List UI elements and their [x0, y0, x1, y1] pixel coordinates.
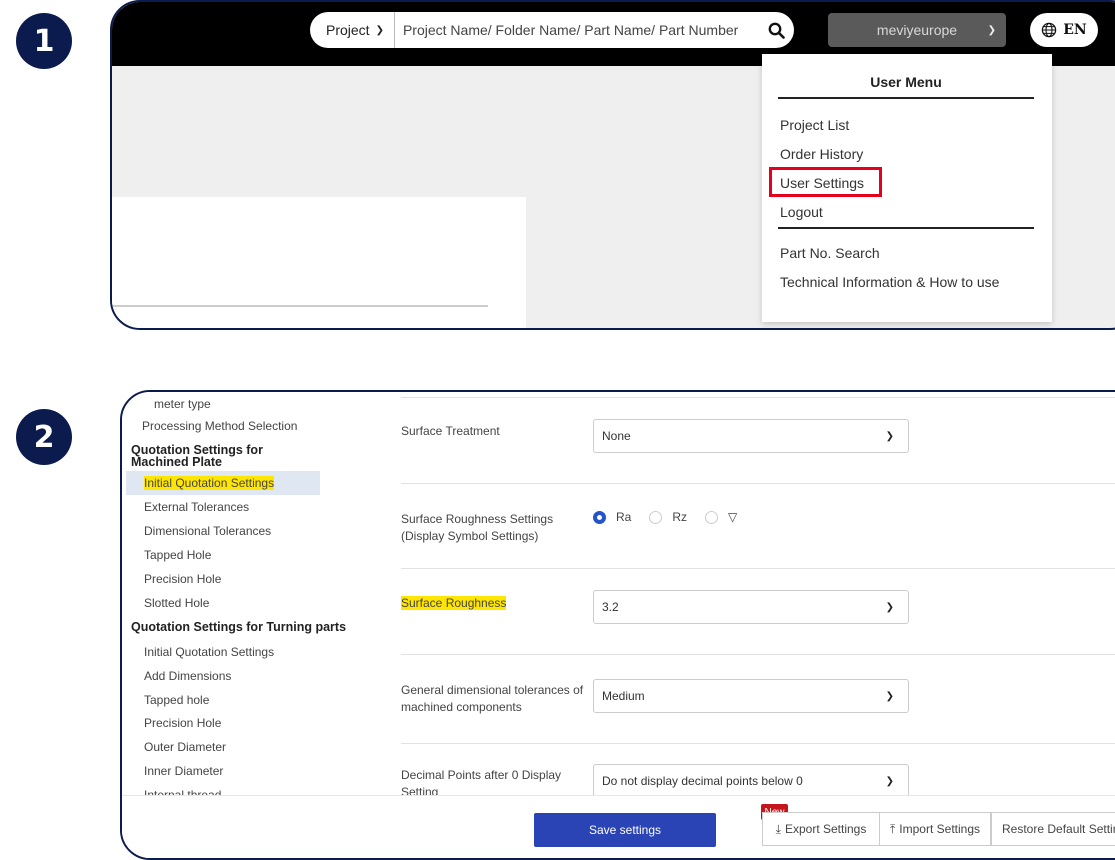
language-selector[interactable]: EN — [1030, 13, 1098, 47]
content-card — [112, 197, 526, 328]
search-icon — [768, 22, 785, 39]
menu-item-logout[interactable]: Logout — [780, 204, 823, 220]
divider — [401, 654, 1115, 655]
sidebar-item-partial[interactable]: meter type — [154, 397, 211, 411]
chevron-down-icon: ❯ — [375, 24, 384, 36]
surface-treatment-value: None — [602, 429, 631, 443]
divider — [401, 568, 1115, 569]
chevron-down-icon: ❯ — [885, 690, 894, 702]
radio-rz-label: Rz — [672, 510, 688, 524]
chevron-down-icon: ❯ — [885, 601, 894, 613]
menu-item-part-no-search[interactable]: Part No. Search — [780, 245, 880, 261]
sidebar-item-label: Initial Quotation Settings — [144, 476, 275, 490]
radio-triangle[interactable] — [705, 510, 719, 524]
chevron-down-icon: ❯ — [987, 24, 996, 36]
decimal-points-value: Do not display decimal points below 0 — [602, 774, 803, 788]
divider — [112, 305, 488, 307]
sidebar-item-add-dimensions[interactable]: Add Dimensions — [144, 669, 231, 683]
general-tolerance-select[interactable]: Medium ❯ — [593, 679, 909, 713]
sidebar-item-inner-diameter[interactable]: Inner Diameter — [144, 764, 223, 778]
download-icon: ⤓ — [775, 821, 781, 836]
radio-rz[interactable] — [649, 510, 663, 524]
divider — [778, 227, 1034, 229]
step-1-badge: 1 — [16, 13, 72, 69]
export-settings-button[interactable]: ⤓ Export Settings — [762, 812, 880, 846]
surface-roughness-select[interactable]: 3.2 ❯ — [593, 590, 909, 624]
roughness-symbol-radio-group: Ra Rz ▽ — [593, 510, 745, 524]
decimal-points-label-line1: Decimal Points after 0 Display — [401, 768, 562, 782]
divider — [401, 483, 1115, 484]
globe-icon — [1042, 22, 1057, 38]
step-2-badge: 2 — [16, 409, 72, 465]
chevron-down-icon: ❯ — [885, 430, 894, 442]
settings-sidebar: meter type Processing Method Selection Q… — [122, 392, 377, 858]
restore-default-settings-button[interactable]: Restore Default Settings — [991, 812, 1115, 846]
search-bar: Project ❯ — [310, 12, 794, 48]
sidebar-item-tapped-hole-turning[interactable]: Tapped hole — [144, 693, 209, 707]
menu-item-technical-information[interactable]: Technical Information & How to use — [780, 274, 999, 290]
import-settings-button[interactable]: ⤒ Import Settings — [879, 812, 991, 846]
sidebar-item-external-tolerances[interactable]: External Tolerances — [144, 500, 249, 514]
general-tolerance-label: General dimensional tolerances of machin… — [401, 682, 583, 716]
sidebar-heading-machined-plate: Quotation Settings for Machined Plate — [131, 443, 263, 469]
roughness-symbol-label-line1: Surface Roughness Settings — [401, 512, 554, 526]
sidebar-item-slotted-hole[interactable]: Slotted Hole — [144, 596, 209, 610]
divider — [401, 743, 1115, 744]
decimal-points-select[interactable]: Do not display decimal points below 0 ❯ — [593, 764, 909, 798]
surface-roughness-label-text: Surface Roughness — [401, 596, 507, 610]
sidebar-item-outer-diameter[interactable]: Outer Diameter — [144, 740, 226, 754]
menu-item-project-list[interactable]: Project List — [780, 117, 849, 133]
settings-main-pane: Surface Treatment None ❯ Surface Roughne… — [377, 392, 1115, 858]
roughness-symbol-label: Surface Roughness Settings (Display Symb… — [401, 511, 553, 545]
divider — [401, 397, 1115, 398]
menu-item-order-history[interactable]: Order History — [780, 146, 863, 162]
radio-ra[interactable] — [593, 510, 606, 524]
save-settings-button[interactable]: Save settings — [534, 813, 716, 847]
restore-default-settings-label: Restore Default Settings — [1002, 822, 1115, 836]
search-scope-label: Project — [326, 22, 370, 38]
step-2-number: 2 — [33, 419, 55, 455]
surface-roughness-label: Surface Roughness — [401, 595, 507, 612]
upload-icon: ⤒ — [889, 821, 896, 836]
sidebar-item-precision-hole-turning[interactable]: Precision Hole — [144, 716, 221, 730]
divider — [778, 97, 1034, 99]
step-1-number: 1 — [33, 23, 55, 59]
general-tolerance-label-line1: General dimensional tolerances of — [401, 683, 584, 697]
surface-treatment-label: Surface Treatment — [401, 424, 500, 438]
sidebar-item-initial-quotation-turning[interactable]: Initial Quotation Settings — [144, 645, 274, 659]
import-settings-label: Import Settings — [899, 822, 980, 836]
language-label: EN — [1063, 22, 1087, 38]
sidebar-item-dimensional-tolerances[interactable]: Dimensional Tolerances — [144, 524, 271, 538]
radio-ra-label: Ra — [616, 510, 632, 524]
export-settings-label: Export Settings — [784, 822, 867, 836]
radio-triangle-label: ▽ — [728, 510, 738, 524]
search-input[interactable] — [394, 22, 758, 38]
sidebar-heading-turning-parts: Quotation Settings for Turning parts — [131, 620, 347, 634]
user-menu-title: User Menu — [870, 74, 942, 90]
general-tolerance-label-line2: machined components — [401, 700, 522, 714]
screenshot-panel-user-menu: Project ❯ meviyeurope ❯ EN User Menu Pro… — [110, 0, 1115, 330]
sidebar-item-processing-method[interactable]: Processing Method Selection — [142, 419, 297, 433]
chevron-down-icon: ❯ — [885, 775, 894, 787]
highlight-annotation-box — [769, 167, 882, 197]
user-menu-popup: User Menu Project List Order History Use… — [762, 54, 1052, 322]
search-scope-dropdown[interactable]: Project ❯ — [310, 12, 395, 48]
user-name: meviyeurope — [876, 22, 958, 38]
roughness-symbol-label-line2: (Display Symbol Settings) — [401, 529, 539, 543]
sidebar-item-initial-quotation[interactable]: Initial Quotation Settings — [144, 476, 275, 490]
screenshot-panel-user-settings: meter type Processing Method Selection Q… — [120, 390, 1115, 860]
general-tolerance-value: Medium — [602, 689, 645, 703]
sidebar-item-precision-hole[interactable]: Precision Hole — [144, 572, 221, 586]
settings-action-bar: Save settings New ⤓ Export Settings ⤒ Im… — [122, 795, 1115, 858]
sidebar-item-tapped-hole[interactable]: Tapped Hole — [144, 548, 211, 562]
surface-treatment-select[interactable]: None ❯ — [593, 419, 909, 453]
user-account-dropdown[interactable]: meviyeurope ❯ — [828, 13, 1006, 47]
search-button[interactable] — [758, 22, 794, 39]
surface-roughness-value: 3.2 — [602, 600, 619, 614]
